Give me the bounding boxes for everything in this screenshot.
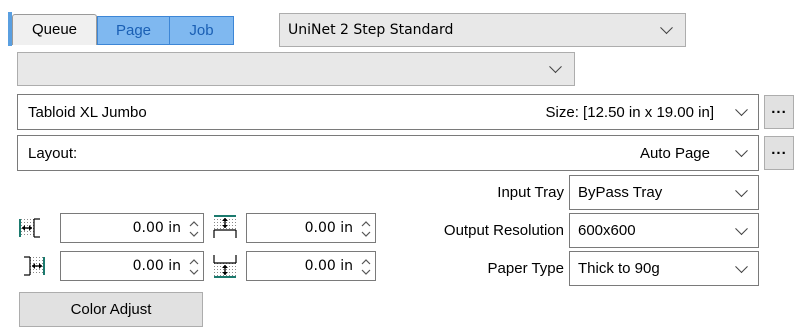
input-tray-select[interactable]: ByPass Tray: [569, 175, 759, 210]
chevron-down-icon: [660, 21, 673, 35]
top-margin-icon: [208, 213, 242, 243]
chevron-down-icon: [735, 221, 748, 235]
paper-type-label: Paper Type: [487, 260, 564, 277]
paper-type-select[interactable]: Thick to 90g: [569, 251, 759, 286]
spin-up-icon[interactable]: [189, 221, 199, 227]
left-margin-value: 0.00 in: [132, 220, 181, 236]
tab-queue[interactable]: Queue: [12, 14, 97, 45]
bottom-margin-value: 0.00 in: [304, 258, 353, 274]
secondary-select[interactable]: [17, 52, 575, 86]
output-resolution-value: 600x600: [578, 222, 636, 239]
spin-up-icon[interactable]: [361, 221, 371, 227]
bottom-margin-icon: [208, 251, 242, 281]
paper-size-more-button[interactable]: ...: [764, 95, 794, 129]
top-margin-stepper[interactable]: 0.00 in: [246, 213, 376, 243]
spin-down-icon[interactable]: [361, 231, 371, 237]
spin-up-icon[interactable]: [361, 259, 371, 265]
layout-more-button[interactable]: ...: [764, 136, 794, 170]
chevron-down-icon: [549, 60, 562, 74]
paper-type-value: Thick to 90g: [578, 260, 660, 277]
spin-down-icon[interactable]: [189, 269, 199, 275]
spin-up-icon[interactable]: [189, 259, 199, 265]
left-margin-stepper[interactable]: 0.00 in: [60, 213, 204, 243]
tab-page[interactable]: Page: [97, 16, 170, 45]
layout-select[interactable]: Layout: Auto Page: [17, 135, 759, 171]
layout-value: Auto Page: [639, 144, 710, 162]
paper-size-name: Tabloid XL Jumbo: [28, 103, 147, 121]
output-resolution-select[interactable]: 600x600: [569, 213, 759, 248]
spin-down-icon[interactable]: [361, 269, 371, 275]
chevron-down-icon: [735, 144, 748, 158]
tab-job[interactable]: Job: [169, 16, 234, 45]
layout-label: Layout:: [28, 144, 78, 162]
color-adjust-button[interactable]: Color Adjust: [19, 292, 203, 327]
bottom-margin-stepper[interactable]: 0.00 in: [246, 251, 376, 281]
right-margin-icon: [18, 251, 52, 281]
paper-size-dimensions: Size: [12.50 in x 19.00 in]: [545, 103, 714, 121]
chevron-down-icon: [735, 103, 748, 117]
output-resolution-label: Output Resolution: [443, 222, 564, 239]
input-tray-value: ByPass Tray: [578, 184, 663, 201]
left-margin-icon: [18, 213, 52, 243]
preset-select[interactable]: UniNet 2 Step Standard: [279, 13, 686, 47]
chevron-down-icon: [735, 259, 748, 273]
top-margin-value: 0.00 in: [304, 220, 353, 236]
chevron-down-icon: [735, 183, 748, 197]
preset-select-value: UniNet 2 Step Standard: [288, 22, 454, 38]
input-tray-label: Input Tray: [497, 184, 564, 201]
right-margin-value: 0.00 in: [132, 258, 181, 274]
right-margin-stepper[interactable]: 0.00 in: [60, 251, 204, 281]
paper-size-select[interactable]: Tabloid XL Jumbo Size: [12.50 in x 19.00…: [17, 94, 759, 130]
spin-down-icon[interactable]: [189, 231, 199, 237]
